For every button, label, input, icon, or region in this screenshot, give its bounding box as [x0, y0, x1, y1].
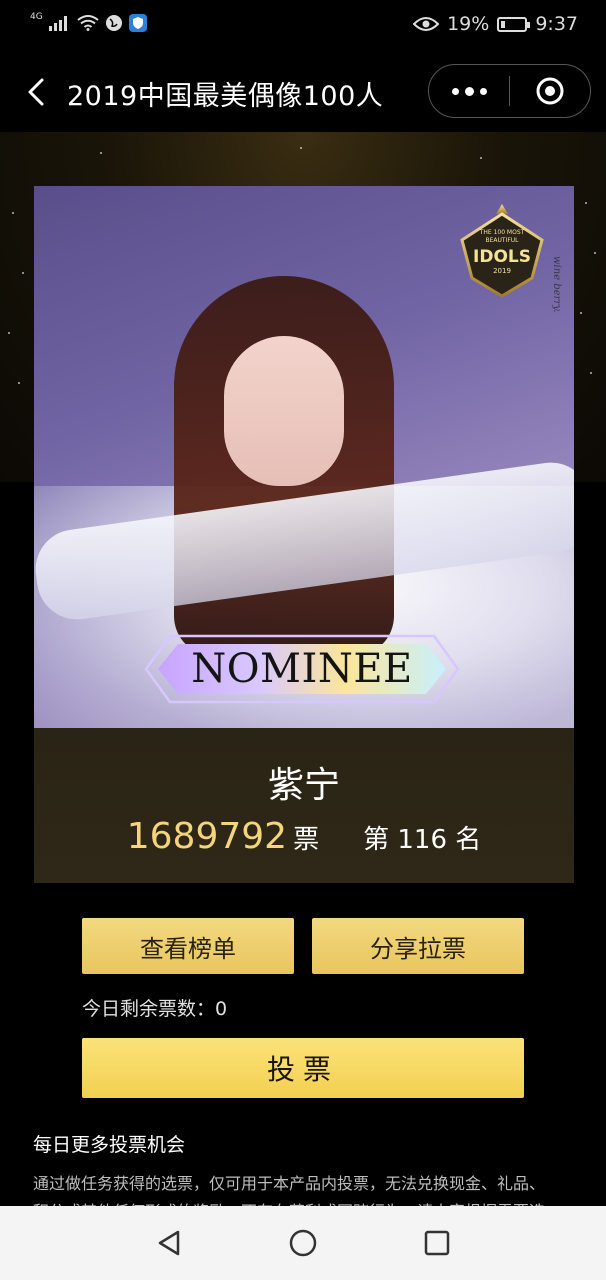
votes-row: 1689792 票 第 116 名 [34, 816, 574, 857]
view-ranking-button[interactable]: 查看榜单 [82, 918, 294, 974]
more-chances-desc: 通过做任务获得的选票，仅可用于本产品内投票，无法兑换现金、礼品、 积分或其他任何… [33, 1170, 578, 1210]
wifi-icon [77, 15, 99, 31]
share-vote-button[interactable]: 分享拉票 [312, 918, 524, 974]
eye-comfort-icon [413, 17, 440, 31]
photo-face [224, 336, 344, 486]
nav-bar: 2019中国最美偶像100人 [0, 52, 606, 132]
square-recent-icon [424, 1230, 450, 1256]
badge-line1: THE 100 MOST [479, 229, 525, 236]
circle-home-icon [289, 1229, 317, 1257]
page-title: 2019中国最美偶像100人 [67, 81, 384, 112]
photo-watermark: wine berry. [551, 256, 562, 313]
badge-icon: THE 100 MOST BEAUTIFUL IDOLS 2019 [460, 204, 544, 298]
action-buttons: 查看榜单 分享拉票 [82, 918, 524, 974]
badge-year: 2019 [493, 267, 511, 275]
network-type: 4G [30, 12, 43, 22]
rank-text: 第 116 名 [363, 825, 482, 855]
nominee-info: 紫宁 1689792 票 第 116 名 [34, 728, 574, 883]
remaining-votes: 今日剩余票数：0 [82, 998, 228, 1020]
nominee-card: wine berry. THE 100 MOST BEAUTIFUL IDOLS… [34, 186, 574, 883]
battery-icon [497, 16, 531, 32]
system-nav-bar [0, 1206, 606, 1280]
target-circle-icon [536, 77, 564, 105]
nominee-banner: NOMINEE [144, 630, 460, 708]
badge-main: IDOLS [473, 247, 531, 267]
desc-line-1: 通过做任务获得的选票，仅可用于本产品内投票，无法兑换现金、礼品、 [33, 1174, 546, 1193]
more-button[interactable] [429, 65, 509, 117]
more-dots-icon [449, 86, 490, 96]
close-button[interactable] [510, 65, 590, 117]
nav-home-button[interactable] [280, 1220, 326, 1266]
status-left: 4G [30, 12, 147, 32]
battery-fill [501, 20, 506, 28]
idols-2019-badge: THE 100 MOST BEAUTIFUL IDOLS 2019 [452, 200, 552, 300]
more-chances-title: 每日更多投票机会 [33, 1134, 186, 1156]
globe-icon [105, 15, 122, 31]
chevron-left-icon [28, 78, 44, 106]
clock: 9:37 [535, 13, 578, 35]
idol-photo: wine berry. THE 100 MOST BEAUTIFUL IDOLS… [34, 186, 574, 728]
triangle-back-icon [158, 1230, 180, 1256]
idol-name: 紫宁 [267, 765, 340, 806]
nav-recent-button[interactable] [414, 1220, 460, 1266]
vote-unit: 票 [293, 825, 320, 855]
mini-program-capsule [428, 64, 591, 118]
vote-button[interactable]: 投票 [82, 1038, 524, 1098]
battery-percent: 19% [447, 13, 490, 35]
signal-icon [48, 16, 67, 31]
nav-back-button[interactable] [146, 1220, 192, 1266]
nominee-label: NOMINEE [191, 646, 413, 692]
shield-icon [128, 14, 147, 32]
status-bar: 4G 19% 9:37 [0, 0, 606, 52]
badge-line2: BEAUTIFUL [485, 237, 519, 244]
vote-count: 1689792 [126, 816, 288, 857]
status-right: 19% 9:37 [413, 13, 578, 35]
back-button[interactable] [18, 74, 54, 110]
